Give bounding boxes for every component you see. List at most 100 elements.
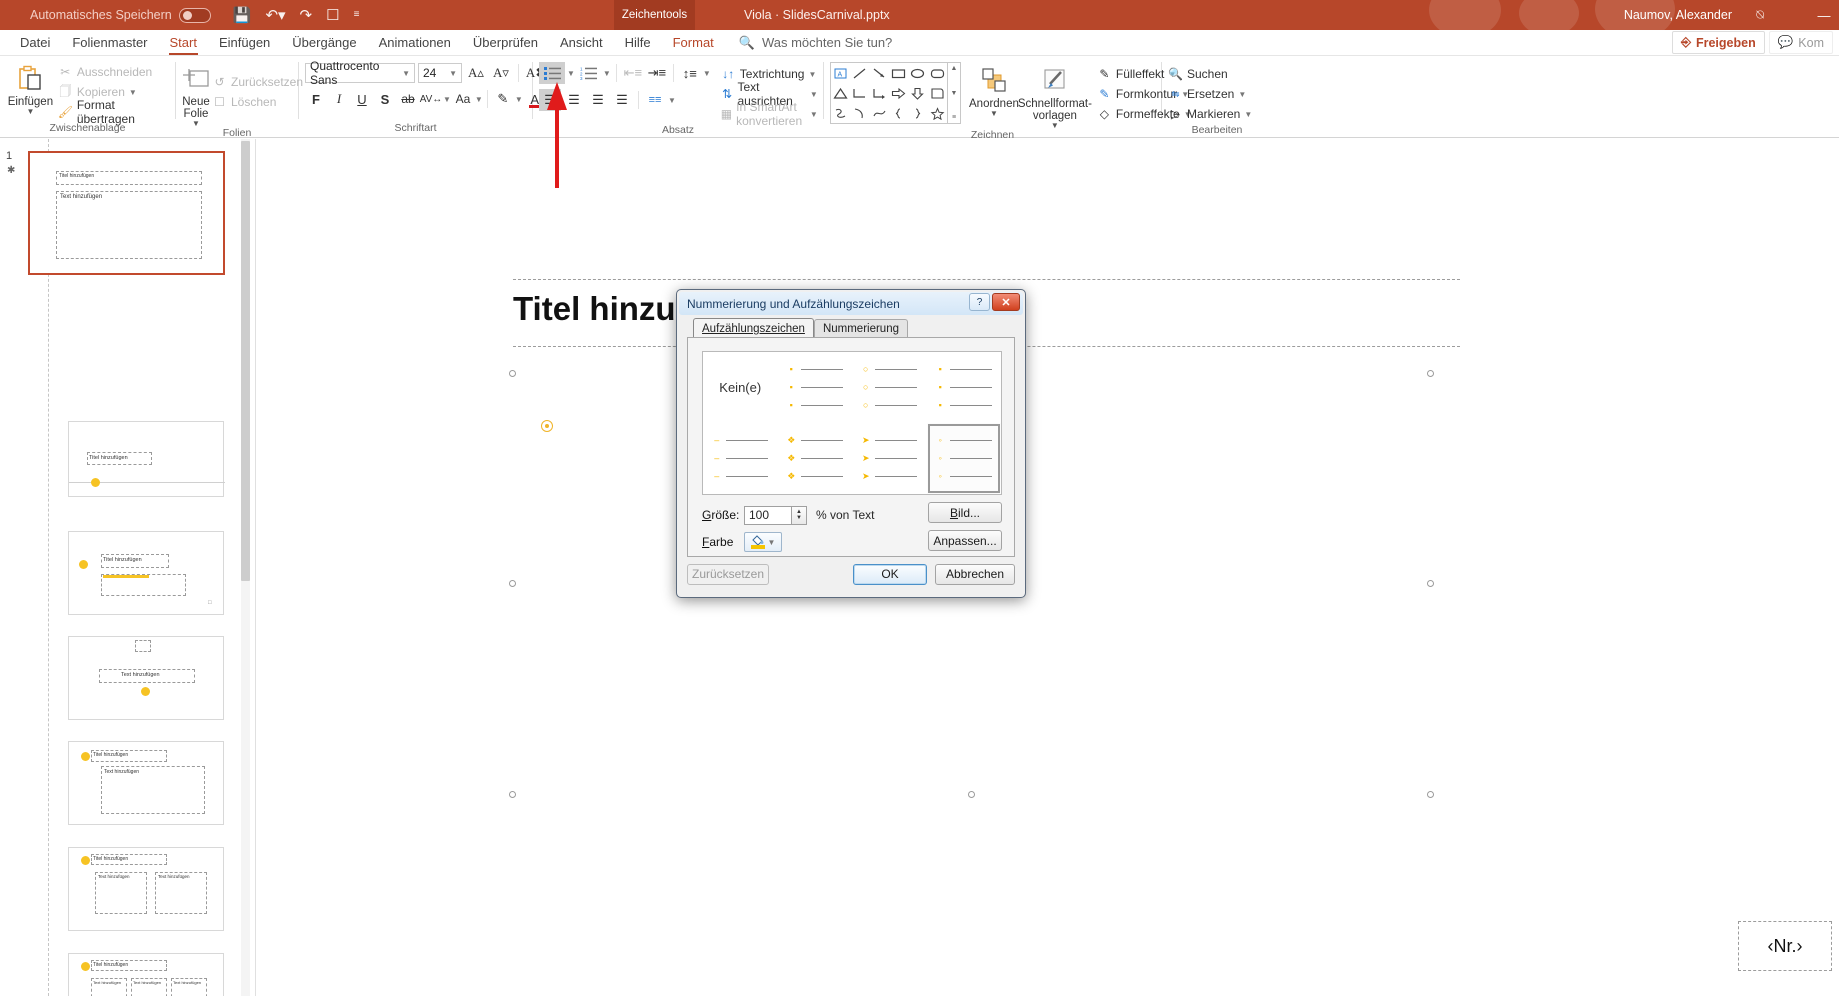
autosave-toggle[interactable] bbox=[178, 7, 211, 23]
cut-button[interactable]: ✂ Ausschneiden bbox=[58, 62, 169, 82]
tell-me-search[interactable]: 🔍 Was möchten Sie tun? bbox=[739, 30, 893, 55]
columns-icon[interactable]: ≡≡ bbox=[644, 89, 666, 111]
paste-button[interactable]: Einfügen ▼ bbox=[6, 60, 55, 116]
chevron-down-icon[interactable]: ▼ bbox=[668, 96, 676, 105]
shrink-font-icon[interactable]: A▿ bbox=[490, 62, 512, 84]
resize-handle-se[interactable] bbox=[1427, 791, 1434, 798]
chevron-down-icon[interactable]: ▼ bbox=[1051, 122, 1059, 130]
bullet-option-filled-square[interactable]: ▪ ▪ ▪ bbox=[927, 352, 1002, 423]
ok-button[interactable]: OK bbox=[853, 563, 927, 585]
font-size-combo[interactable]: 24 ▼ bbox=[418, 63, 462, 83]
ribbon-tab-bar[interactable]: Datei Folienmaster Start Einfügen Übergä… bbox=[0, 30, 1839, 56]
bullet-option-hollow-circle[interactable]: ○ ○ ○ bbox=[852, 352, 927, 423]
tab-uebergaenge[interactable]: Übergänge bbox=[281, 30, 367, 55]
select-button[interactable]: ▷ Markieren ▼ bbox=[1168, 104, 1252, 124]
dialog-close-button[interactable]: ✕ bbox=[992, 293, 1020, 311]
resize-handle-e[interactable] bbox=[1427, 580, 1434, 587]
window-controls[interactable]: — bbox=[1809, 0, 1839, 30]
bullet-action-buttons[interactable]: Bild... Anpassen... bbox=[928, 502, 1002, 551]
font-name-combo[interactable]: Quattrocento Sans ▼ bbox=[305, 59, 415, 87]
tab-ueberpruefen[interactable]: Überprüfen bbox=[462, 30, 549, 55]
tab-ansicht[interactable]: Ansicht bbox=[549, 30, 614, 55]
chevron-down-icon[interactable]: ▼ bbox=[603, 69, 611, 78]
dialog-tab-bullets[interactable]: Aufzählungszeichen bbox=[693, 318, 814, 338]
picture-button[interactable]: Bild... bbox=[928, 502, 1002, 523]
line-spacing-icon[interactable]: ↕≡ bbox=[679, 62, 701, 84]
underline-button[interactable]: U bbox=[351, 88, 373, 110]
bullets-numbering-dialog[interactable]: Nummerierung und Aufzählungszeichen ? ✕ … bbox=[676, 289, 1026, 598]
dialog-tab-numbering[interactable]: Nummerierung bbox=[813, 319, 908, 338]
shapes-gallery[interactable]: A bbox=[830, 62, 948, 124]
chevron-down-icon[interactable]: ▼ bbox=[768, 538, 776, 547]
scroll-down-icon[interactable]: ▼ bbox=[951, 90, 958, 97]
bullet-style-gallery[interactable]: Kein(e) ▪ ▪ ▪ ○ ○ ○ ▪ ▪ ▪ – – – ❖ ❖ ❖ ➤ … bbox=[702, 351, 1002, 495]
thumbnail-slide-6[interactable]: Titel hinzufügen Text hinzufügen Text hi… bbox=[68, 847, 224, 931]
text-shadow-button[interactable]: S bbox=[374, 88, 396, 110]
chevron-down-icon[interactable]: ▼ bbox=[810, 90, 818, 99]
customize-button[interactable]: Anpassen... bbox=[928, 530, 1002, 551]
tab-datei[interactable]: Datei bbox=[9, 30, 61, 55]
resize-handle-s[interactable] bbox=[968, 791, 975, 798]
thumbnail-slide-2[interactable]: Titel hinzufügen bbox=[68, 421, 225, 497]
tab-folienmaster[interactable]: Folienmaster bbox=[61, 30, 158, 55]
dialog-help-button[interactable]: ? bbox=[969, 293, 990, 311]
grow-font-icon[interactable]: A▵ bbox=[465, 62, 487, 84]
chevron-down-icon[interactable]: ▼ bbox=[703, 69, 711, 78]
size-input[interactable]: 100 bbox=[744, 505, 792, 525]
delete-slide-button[interactable]: ☐ Löschen bbox=[212, 92, 303, 112]
chevron-down-icon[interactable]: ▼ bbox=[808, 70, 816, 79]
chevron-down-icon[interactable]: ▼ bbox=[515, 95, 523, 104]
strikethrough-button[interactable]: ab bbox=[397, 88, 419, 110]
chevron-down-icon[interactable]: ▼ bbox=[402, 69, 410, 78]
italic-button[interactable]: I bbox=[328, 88, 350, 110]
bullet-option-none[interactable]: Kein(e) bbox=[703, 352, 778, 423]
comments-button[interactable]: 💬 Kom bbox=[1768, 31, 1833, 54]
undo-icon[interactable]: ↶▾ bbox=[265, 8, 285, 23]
chevron-down-icon[interactable]: ▼ bbox=[990, 110, 998, 118]
chevron-down-icon[interactable]: ▼ bbox=[443, 95, 451, 104]
chevron-down-icon[interactable]: ▼ bbox=[129, 88, 137, 97]
new-slide-button[interactable]: Neue Folie ▼ bbox=[182, 60, 210, 128]
tab-animationen[interactable]: Animationen bbox=[368, 30, 462, 55]
size-stepper[interactable]: ▲ ▼ bbox=[792, 505, 807, 525]
chevron-down-icon[interactable]: ▼ bbox=[1244, 110, 1252, 119]
decrease-indent-icon[interactable]: ⇤≡ bbox=[622, 62, 644, 84]
change-case-button[interactable]: Aa bbox=[452, 88, 474, 110]
resize-handle-w[interactable] bbox=[509, 580, 516, 587]
slide-canvas[interactable]: Titel hinzufügen ‹Nr.› bbox=[256, 139, 1839, 999]
ribbon-display-options-icon[interactable]: ⍉ bbox=[1756, 0, 1764, 30]
bullet-option-hollow-dot-selected[interactable]: ◦ ◦ ◦ bbox=[926, 423, 1001, 494]
bold-button[interactable]: F bbox=[305, 88, 327, 110]
redo-icon[interactable]: ↷ bbox=[300, 8, 313, 23]
reset-slide-button[interactable]: ↺ Zurücksetzen bbox=[212, 72, 303, 92]
increase-indent-icon[interactable]: ⇥≡ bbox=[646, 62, 668, 84]
numbering-icon[interactable]: 1 2 3 bbox=[577, 62, 601, 84]
resize-handle-nw[interactable] bbox=[509, 370, 516, 377]
thumbnail-slide-3[interactable]: Titel hinzufügen □ bbox=[68, 531, 224, 615]
quick-access-toolbar[interactable]: 💾 ↶▾ ↷ ☐ ≡ bbox=[233, 8, 360, 23]
thumbnail-scrollbar-thumb[interactable] bbox=[241, 141, 250, 581]
chevron-down-icon[interactable]: ▼ bbox=[475, 95, 483, 104]
save-icon[interactable]: 💾 bbox=[233, 8, 252, 23]
align-right-icon[interactable]: ☰ bbox=[587, 89, 609, 111]
share-area[interactable]: ⎆ Freigeben 💬 Kom bbox=[1671, 30, 1833, 55]
user-account[interactable]: Naumov, Alexander bbox=[1624, 0, 1732, 30]
tab-start[interactable]: Start bbox=[159, 30, 208, 55]
thumbnail-slide-4[interactable]: Text hinzufügen bbox=[68, 636, 224, 720]
bullet-option-filled-square-small[interactable]: ▪ ▪ ▪ bbox=[778, 352, 853, 423]
chevron-down-icon[interactable]: ▼ bbox=[810, 110, 818, 119]
replace-button[interactable]: ⇋ Ersetzen ▼ bbox=[1168, 84, 1252, 104]
autosave-control[interactable]: Automatisches Speichern bbox=[30, 7, 211, 23]
reset-button[interactable]: Zurücksetzen bbox=[687, 563, 769, 585]
scroll-up-icon[interactable]: ▲ bbox=[951, 65, 958, 72]
resize-handle-sw[interactable] bbox=[509, 791, 516, 798]
chevron-down-icon[interactable]: ▼ bbox=[26, 108, 34, 116]
bullet-option-arrow[interactable]: ➤ ➤ ➤ bbox=[852, 423, 927, 494]
dialog-tab-strip[interactable]: Aufzählungszeichen Nummerierung bbox=[693, 318, 1019, 338]
thumbnail-slide-7[interactable]: Titel hinzufügen Text hinzufügen Text hi… bbox=[68, 953, 224, 996]
bullet-option-four-diamond[interactable]: ❖ ❖ ❖ bbox=[778, 423, 853, 494]
justify-icon[interactable]: ☰ bbox=[611, 89, 633, 111]
chevron-down-icon[interactable]: ▼ bbox=[567, 69, 575, 78]
tab-format[interactable]: Format bbox=[662, 30, 725, 55]
slide-number-placeholder[interactable]: ‹Nr.› bbox=[1738, 921, 1832, 971]
